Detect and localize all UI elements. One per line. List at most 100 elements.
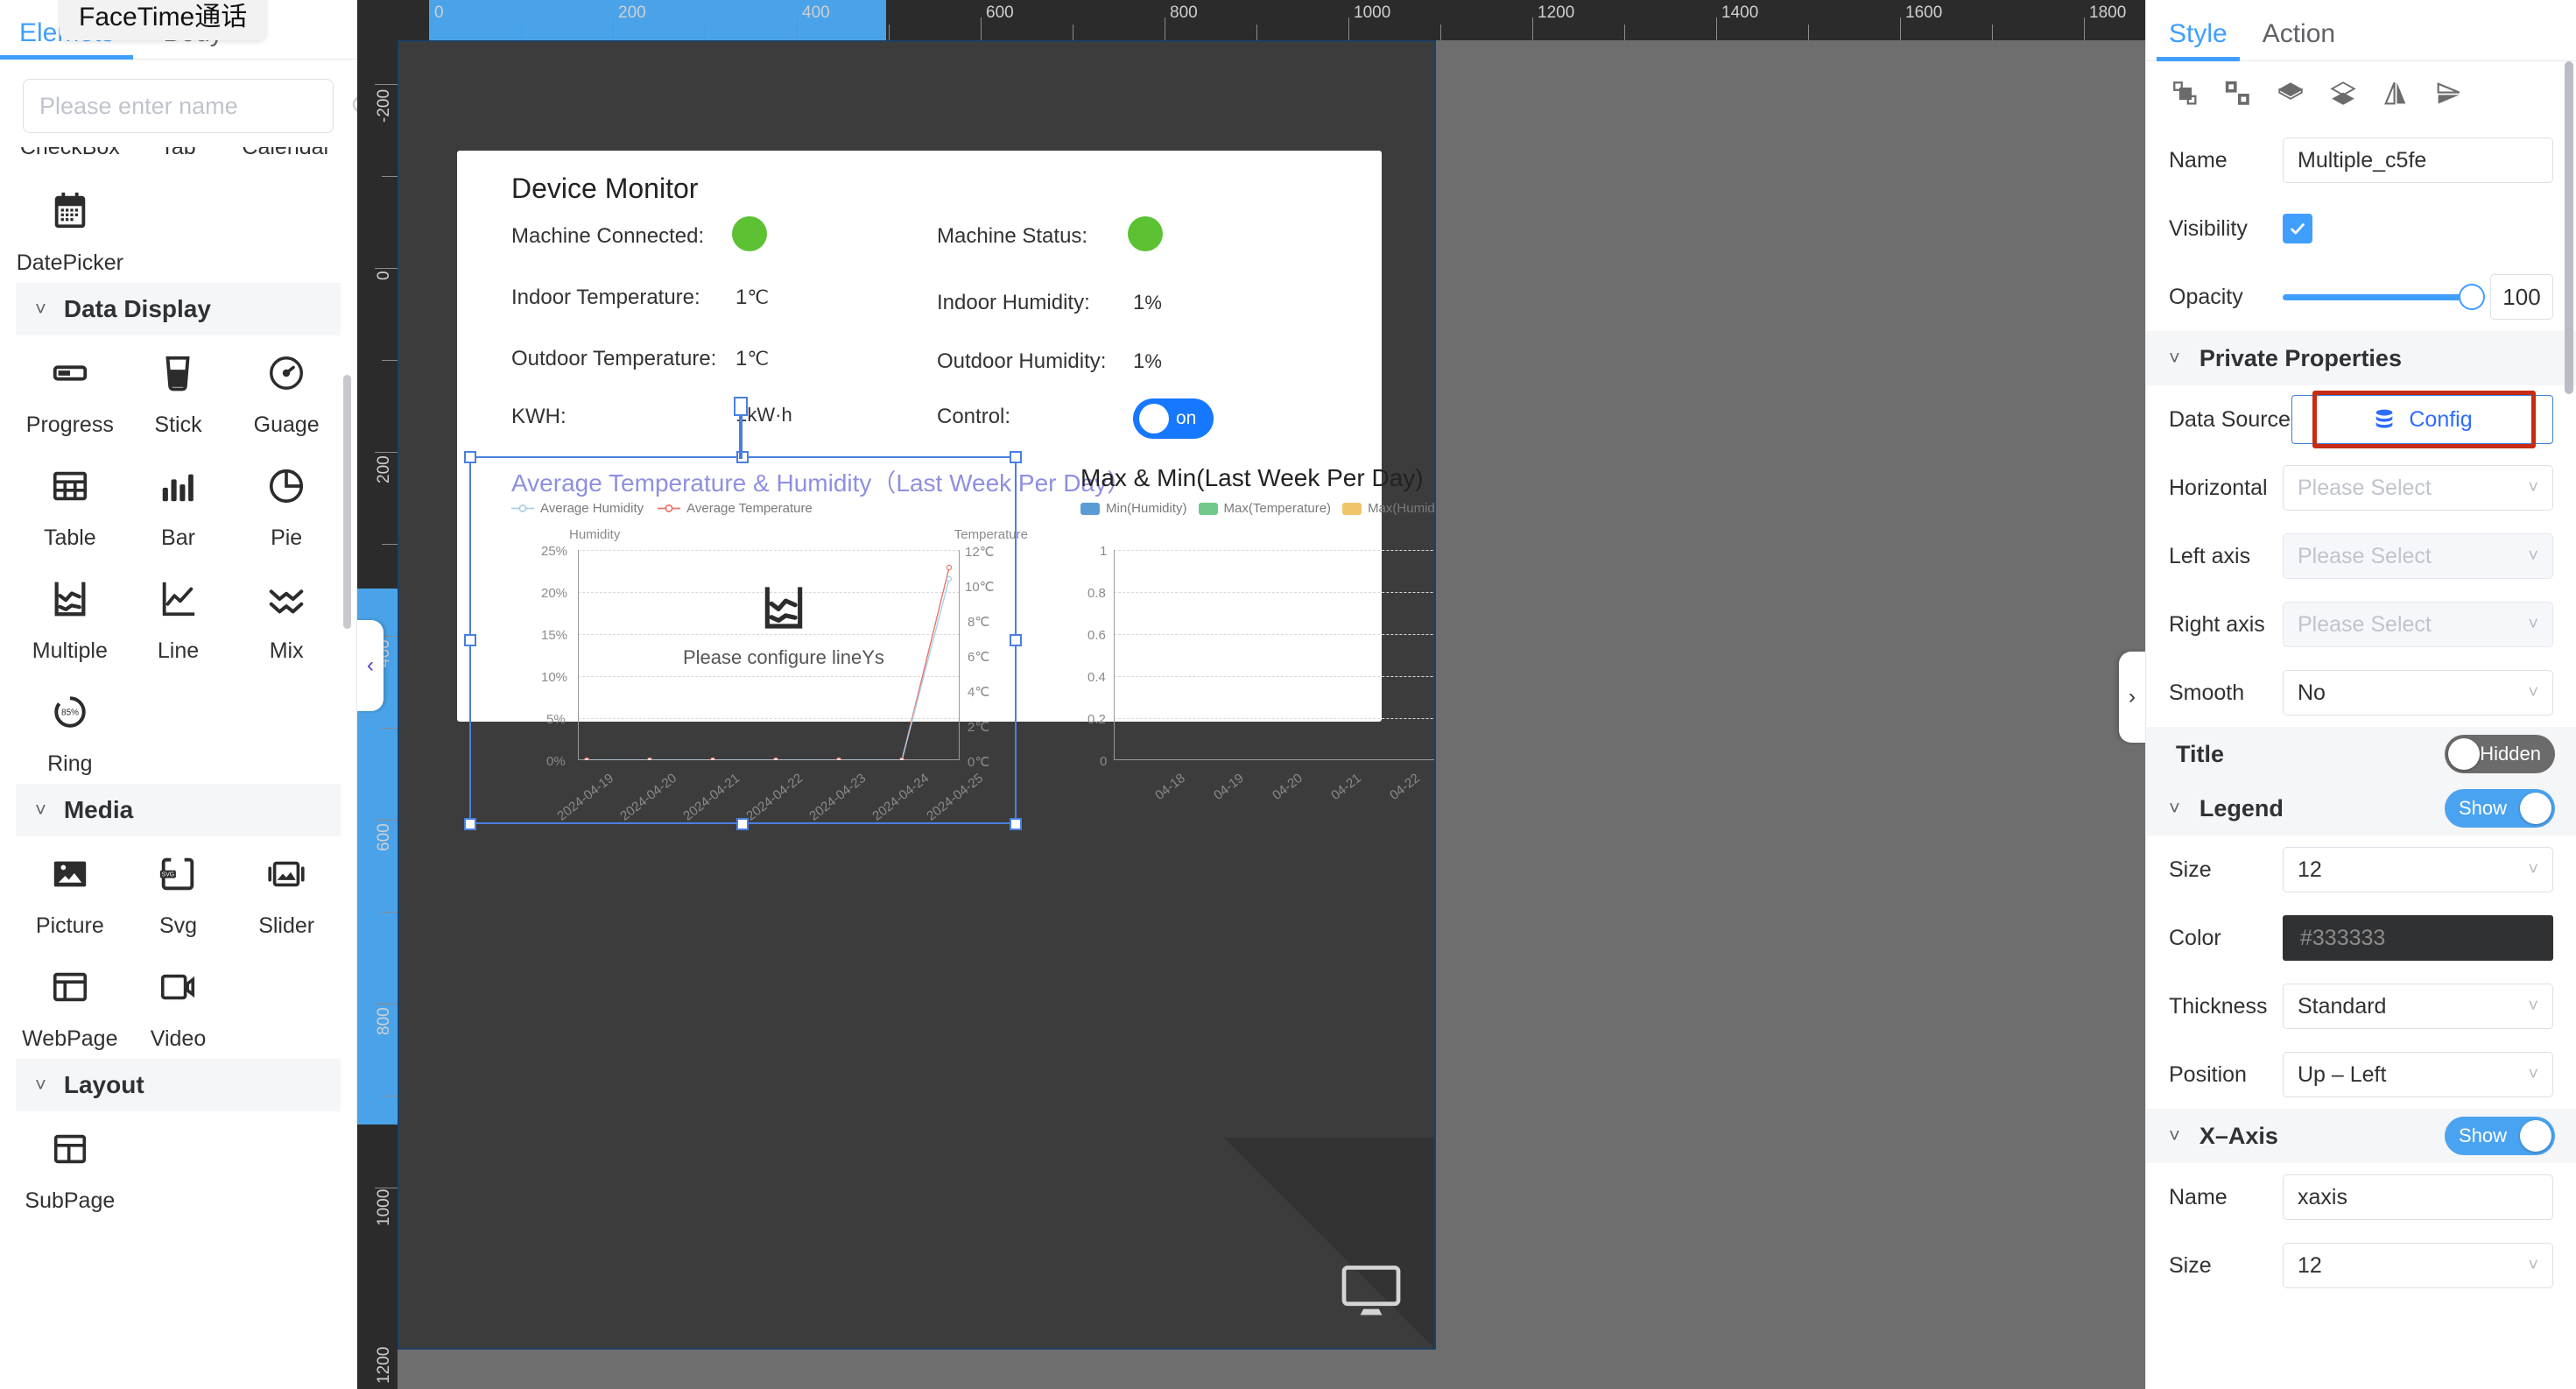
section-legend[interactable]: ˅ Legend Show xyxy=(2146,781,2576,836)
palette-item-stick[interactable]: Stick xyxy=(124,348,233,438)
palette-item-ring[interactable]: 85% Ring xyxy=(16,687,124,777)
search-box[interactable] xyxy=(23,79,374,133)
legend-position-select[interactable]: Up – Left ˅ xyxy=(2283,1052,2553,1097)
section-title-toggle[interactable]: Title Hidden xyxy=(2146,727,2576,781)
smooth-select[interactable]: No ˅ xyxy=(2283,670,2553,716)
collapse-right-handle[interactable]: › xyxy=(2119,652,2145,743)
horizontal-select[interactable]: Please Select ˅ xyxy=(2283,465,2553,511)
chart-widget-maxmin[interactable]: Max & Min(Last Week Per Day) Min(Humidit… xyxy=(1061,459,1434,825)
palette-group-layout[interactable]: ˅ Layout xyxy=(16,1059,341,1111)
properties-scrollbar[interactable] xyxy=(2565,61,2573,394)
palette-group-media[interactable]: ˅ Media xyxy=(16,784,341,836)
ungroup-icon[interactable] xyxy=(2223,79,2253,109)
monitor-icon[interactable] xyxy=(1340,1264,1403,1318)
palette-item-webpage[interactable]: WebPage xyxy=(16,962,124,1052)
resize-handle-se[interactable] xyxy=(1010,818,1022,830)
chevron-down-icon: ˅ xyxy=(35,799,46,821)
palette-label-svg: Svg xyxy=(158,913,198,938)
label-legend-size: Size xyxy=(2169,857,2212,882)
horizontal-ruler[interactable]: 0 200 400 600 800 1000 1200 1400 1600 18… xyxy=(357,0,2145,40)
palette-item-guage[interactable]: Guage xyxy=(232,348,341,438)
tab-style[interactable]: Style xyxy=(2157,19,2240,61)
component-palette[interactable]: CheckBox Tab Calendar DatePicker ˅ Data … xyxy=(0,147,356,1389)
legend-color-picker[interactable]: #333333 xyxy=(2283,915,2553,961)
search-input[interactable] xyxy=(39,92,349,120)
palette-item-mix[interactable]: Mix xyxy=(232,574,341,664)
title-section-label: Title xyxy=(2176,740,2225,767)
legend-visibility-toggle[interactable]: Show xyxy=(2445,789,2555,828)
xaxis-size-select[interactable]: 12 ˅ xyxy=(2283,1243,2553,1288)
ruler-h-label: 600 xyxy=(986,4,1014,22)
collapse-left-handle[interactable]: ‹ xyxy=(357,620,384,711)
section-xaxis[interactable]: ˅ X–Axis Show xyxy=(2146,1109,2576,1163)
bring-to-front-icon[interactable] xyxy=(2276,79,2305,109)
palette-item-progress[interactable]: Progress xyxy=(16,348,124,438)
drag-connector[interactable] xyxy=(739,413,743,459)
palette-item-subpage[interactable]: SubPage xyxy=(16,1124,124,1214)
palette-scrollbar[interactable] xyxy=(343,375,351,629)
chevron-down-icon: ˅ xyxy=(2528,682,2538,702)
canvas-board[interactable]: Device Monitor Machine Connected: Machin… xyxy=(398,40,1436,1350)
palette-item-line[interactable]: Line xyxy=(124,574,233,664)
name-input[interactable]: Multiple_c5fe xyxy=(2283,137,2553,183)
palette-item-datepicker[interactable]: DatePicker xyxy=(16,186,124,276)
visibility-checkbox[interactable] xyxy=(2283,214,2312,243)
tab-action[interactable]: Action xyxy=(2263,19,2335,60)
title-visibility-toggle[interactable]: Hidden xyxy=(2445,735,2555,773)
row-name: Name Multiple_c5fe xyxy=(2146,126,2576,194)
xaxis-name-input[interactable]: xaxis xyxy=(2283,1174,2553,1220)
page-canvas[interactable]: Device Monitor Machine Connected: Machin… xyxy=(457,151,1434,830)
palette-item-picture[interactable]: Picture xyxy=(16,849,124,939)
slider-track[interactable] xyxy=(2283,283,2485,310)
resize-handle-ne[interactable] xyxy=(1010,451,1022,463)
flip-vertical-icon[interactable] xyxy=(2433,79,2463,109)
chevron-left-icon: ‹ xyxy=(367,653,374,677)
legend-size-select[interactable]: 12 ˅ xyxy=(2283,847,2553,892)
resize-handle-sw[interactable] xyxy=(464,818,476,830)
elements-sidebar: FaceTime通话 Elemets Body CheckBox Tab Cal… xyxy=(0,0,374,1389)
drag-connector-cap[interactable] xyxy=(734,397,748,416)
legend-thickness-select[interactable]: Standard ˅ xyxy=(2283,984,2553,1029)
legend-item-max-temperature[interactable]: Max(Temperature) xyxy=(1198,501,1331,516)
label-xaxis-size: Size xyxy=(2169,1252,2212,1278)
section-private-properties[interactable]: ˅ Private Properties xyxy=(2146,331,2576,385)
xaxis-visibility-toggle[interactable]: Show xyxy=(2445,1117,2555,1155)
right-axis-select[interactable]: Please Select ˅ xyxy=(2283,602,2553,647)
gauge-icon xyxy=(266,348,306,398)
value-outdoor-temperature: 1℃ xyxy=(735,347,770,370)
resize-handle-nw[interactable] xyxy=(464,451,476,463)
palette-group-data-display[interactable]: ˅ Data Display xyxy=(16,283,341,335)
switch-knob xyxy=(1139,404,1169,434)
label-control: Control: xyxy=(937,405,1011,428)
config-button[interactable]: Config xyxy=(2291,395,2553,444)
selection-frame[interactable] xyxy=(469,456,1017,824)
palette-item-table[interactable]: Table xyxy=(16,461,124,551)
legend-swatch xyxy=(1080,502,1100,515)
svg-text:SVG: SVG xyxy=(162,872,175,878)
chart2-legend[interactable]: Min(Humidity) Max(Temperature) Max(Humid… xyxy=(1080,501,1434,516)
palette-grid-data-display: Progress Stick Guage Table Bar Pie Multi… xyxy=(16,348,341,777)
palette-item-multiple[interactable]: Multiple xyxy=(16,574,124,664)
canvas-area[interactable]: 0 200 400 600 800 1000 1200 1400 1600 18… xyxy=(357,0,2145,1389)
flip-horizontal-icon[interactable] xyxy=(2381,79,2411,109)
palette-item-bar[interactable]: Bar xyxy=(124,461,233,551)
legend-item-min-humidity[interactable]: Min(Humidity) xyxy=(1080,501,1187,516)
opacity-slider[interactable]: 100 xyxy=(2283,274,2553,320)
legend-item-max-humidity[interactable]: Max(Humidity) xyxy=(1342,501,1434,516)
group-icon[interactable] xyxy=(2171,79,2200,109)
label-opacity: Opacity xyxy=(2169,284,2243,309)
left-axis-select[interactable]: Please Select ˅ xyxy=(2283,533,2553,579)
palette-item-svg[interactable]: SVG Svg xyxy=(124,849,233,939)
opacity-value[interactable]: 100 xyxy=(2490,274,2553,320)
resize-handle-e[interactable] xyxy=(1010,634,1022,646)
palette-item-video[interactable]: Video xyxy=(124,962,233,1052)
control-switch-toggle[interactable]: on xyxy=(1133,398,1214,439)
resize-handle-s[interactable] xyxy=(736,818,749,830)
resize-handle-w[interactable] xyxy=(464,634,476,646)
palette-item-pie[interactable]: Pie xyxy=(232,461,341,551)
palette-item-slider[interactable]: Slider xyxy=(232,849,341,939)
ruler-h-label: 1800 xyxy=(2089,4,2127,22)
preview-device-corner[interactable] xyxy=(1224,1138,1434,1348)
slider-knob[interactable] xyxy=(2459,283,2485,310)
send-to-back-icon[interactable] xyxy=(2328,79,2358,109)
